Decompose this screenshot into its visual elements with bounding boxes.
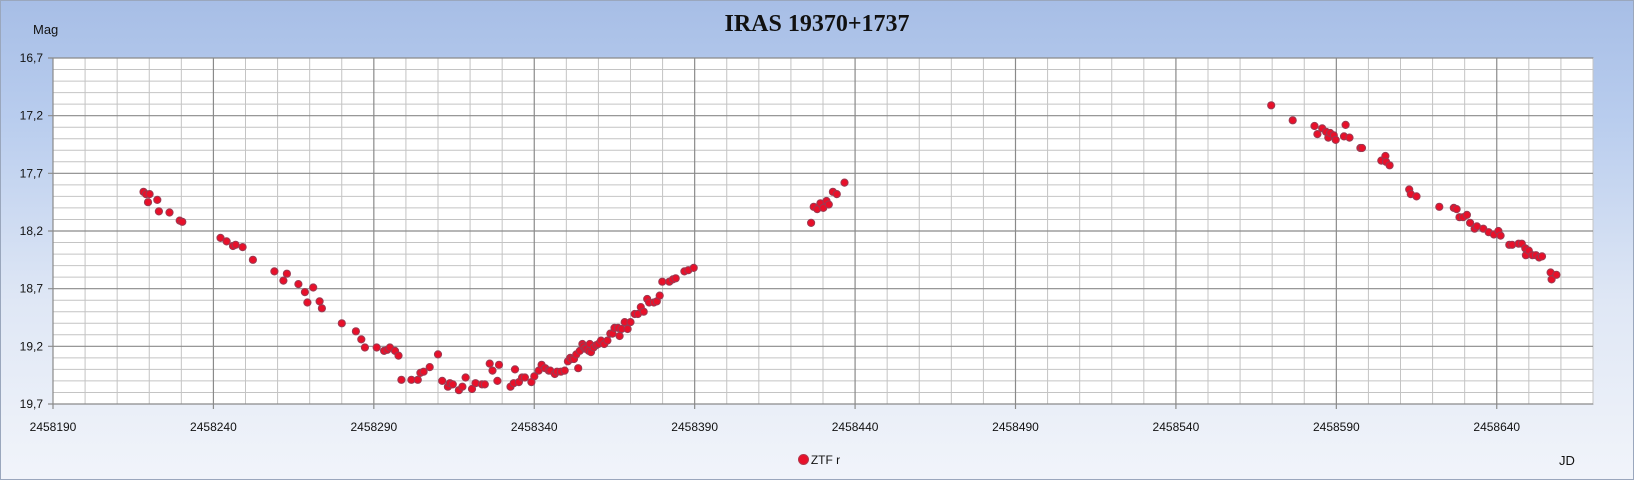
data-point	[1508, 240, 1517, 249]
data-point	[337, 319, 346, 328]
y-tick-label: 17,7	[20, 166, 44, 180]
legend-label: ZTF r	[810, 453, 841, 467]
data-point	[1412, 192, 1421, 201]
data-point	[294, 280, 303, 289]
data-point	[574, 364, 583, 373]
data-point	[1462, 210, 1472, 219]
data-point	[419, 367, 428, 376]
data-point	[282, 269, 291, 278]
data-point	[394, 351, 403, 360]
data-point	[655, 291, 664, 300]
data-point	[372, 343, 381, 352]
data-point	[1288, 116, 1297, 125]
data-point	[1341, 120, 1350, 130]
data-point	[248, 255, 257, 264]
x-tick-labels: 2458190 2458240 2458290 2458340 2458390 24584…	[30, 420, 1521, 434]
data-point	[360, 343, 369, 352]
data-point	[178, 217, 187, 226]
data-point	[1385, 161, 1394, 170]
x-tick-label: 2458390	[671, 420, 718, 434]
data-point	[397, 375, 406, 384]
data-point	[270, 267, 279, 276]
data-point	[461, 373, 470, 382]
data-point	[1552, 270, 1561, 279]
data-point	[1345, 133, 1354, 142]
data-point	[317, 304, 326, 313]
data-point	[1435, 202, 1444, 211]
data-point	[623, 324, 632, 334]
legend-item: ZTF r	[797, 453, 841, 467]
data-point	[615, 331, 624, 341]
data-point	[510, 365, 520, 374]
x-axis-label: JD	[1559, 453, 1575, 468]
data-point	[603, 336, 612, 345]
data-point	[433, 350, 443, 359]
data-point	[1496, 231, 1505, 240]
x-tick-label: 2458490	[992, 420, 1039, 434]
data-point	[671, 274, 680, 283]
data-point	[413, 375, 422, 384]
data-point	[300, 288, 309, 297]
legend: ZTF r	[1, 453, 1633, 467]
data-point	[143, 198, 153, 207]
data-point	[1331, 135, 1340, 144]
legend-marker-icon	[797, 454, 809, 465]
data-point	[279, 276, 288, 285]
y-tick-label: 18,7	[20, 282, 44, 296]
chart-frame: IRAS 19370+1737 Mag 2458190 2458240 245829…	[0, 0, 1634, 480]
data-point	[488, 366, 497, 375]
data-point	[626, 318, 635, 327]
x-tick-label: 2458290	[350, 420, 397, 434]
data-point	[1267, 101, 1276, 110]
plot-area: 2458190 2458240 2458290 2458340 2458390 24584…	[20, 51, 1594, 434]
x-tick-label: 2458190	[30, 420, 77, 434]
data-point	[448, 380, 457, 389]
y-tick-label: 17,2	[20, 109, 44, 123]
x-tick-label: 2458240	[190, 420, 237, 434]
data-point	[471, 379, 480, 388]
data-point	[480, 380, 489, 389]
data-point	[840, 178, 849, 187]
data-point	[153, 195, 162, 204]
data-point	[807, 218, 816, 227]
data-point	[145, 190, 154, 199]
data-point	[315, 297, 324, 306]
x-tick-label: 2458440	[832, 420, 879, 434]
data-point	[231, 240, 240, 249]
data-point	[639, 307, 648, 316]
data-point	[485, 359, 494, 368]
data-point	[658, 277, 667, 286]
data-point	[303, 298, 312, 307]
data-point	[438, 376, 447, 385]
y-tick-labels: 16,7 17,2 17,7 18,2 18,7 19,2 19,7	[20, 51, 44, 411]
data-point	[1537, 252, 1547, 261]
x-tick-label: 2458590	[1313, 420, 1360, 434]
data-point	[1310, 121, 1319, 131]
x-tick-label: 2458640	[1473, 420, 1520, 434]
data-point	[309, 283, 318, 292]
data-point	[1357, 143, 1367, 153]
data-point	[458, 382, 467, 391]
data-point	[493, 376, 502, 385]
data-point	[425, 363, 434, 372]
data-point	[1452, 205, 1461, 214]
data-point	[824, 200, 833, 209]
y-tick-label: 16,7	[20, 51, 44, 65]
data-point	[560, 366, 569, 375]
data-point	[222, 237, 231, 246]
data-point	[520, 373, 530, 382]
y-tick-label: 19,2	[20, 339, 44, 353]
data-point	[357, 335, 366, 344]
data-point	[689, 263, 698, 272]
data-point	[165, 208, 174, 217]
x-tick-label: 2458340	[511, 420, 558, 434]
data-point	[832, 190, 841, 199]
data-point	[351, 327, 360, 336]
data-point	[238, 243, 247, 252]
data-point	[154, 207, 163, 216]
data-point	[494, 360, 504, 369]
y-tick-label: 19,7	[20, 397, 44, 411]
y-tick-label: 18,2	[20, 224, 44, 238]
x-tick-label: 2458540	[1153, 420, 1200, 434]
